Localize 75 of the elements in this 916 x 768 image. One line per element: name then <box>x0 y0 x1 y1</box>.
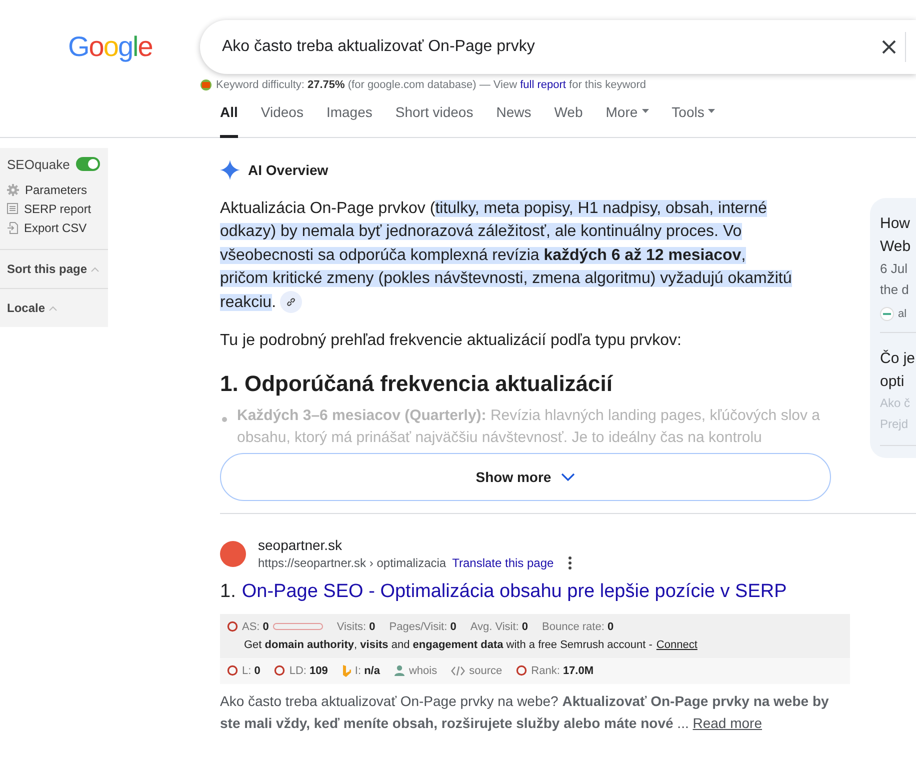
code-icon <box>451 666 466 676</box>
search-tab[interactable]: News <box>496 102 532 138</box>
bullet-icon <box>222 417 227 422</box>
circle-icon <box>227 621 238 632</box>
card-text: 6 Jul <box>880 260 908 278</box>
panel-section-header[interactable]: Sort this page <box>0 249 108 288</box>
connect-link[interactable]: Connect <box>656 636 698 654</box>
result-title-link[interactable]: On-Page SEO - Optimalizácia obsahu pre lepšie pozície v SERP <box>242 578 787 607</box>
metric-text: Avg. Visit: 0 <box>470 620 528 635</box>
list-icon <box>7 203 18 214</box>
caret-icon <box>642 108 649 112</box>
search-tab[interactable]: Web <box>554 102 583 138</box>
link-icon[interactable] <box>280 291 302 314</box>
keyword-difficulty-text: Keyword difficulty: 27.75% (for google.com database) — View full report for this keyword <box>216 78 646 93</box>
metric-text: Pages/Visit: 0 <box>389 620 456 635</box>
gear-icon <box>7 184 19 196</box>
caret-icon <box>91 266 100 272</box>
circle-icon <box>516 665 528 676</box>
sparkle-icon <box>220 160 240 180</box>
report-link[interactable]: full report <box>520 79 566 91</box>
search-tab[interactable]: More <box>606 102 649 138</box>
toggle-switch[interactable] <box>76 157 100 172</box>
show-more-button[interactable]: Show more <box>220 453 831 502</box>
favicon-icon <box>220 541 246 568</box>
read-more-link[interactable]: Read more <box>692 714 762 731</box>
metric-text: Bounce rate: 0 <box>542 620 614 635</box>
metric-link[interactable]: source <box>469 662 502 680</box>
more-options-icon[interactable] <box>568 556 572 570</box>
search-input[interactable]: Ako často treba aktualizovať On-Page prvky <box>220 34 881 60</box>
source-name: al <box>898 306 907 322</box>
card-text: Prejd <box>880 416 910 433</box>
card-title[interactable]: How <box>880 212 916 234</box>
metric-link[interactable]: whois <box>408 662 438 680</box>
card-title[interactable]: opti <box>880 370 916 393</box>
circle-icon <box>227 665 238 676</box>
panel-menu-item[interactable]: Parameters <box>0 180 108 199</box>
card-title[interactable]: Web <box>880 234 916 258</box>
panel-title: SEOquake <box>7 156 70 174</box>
search-tab[interactable]: Videos <box>260 102 304 138</box>
bullet-text: Každých 3–6 mesiacov (Quarterly): Revízia hlavných landing pages, kľúčových slov a obsahu, ktorý má prinášať najväčšiu návštevnosť. Je to ideálny čas na kontrolu <box>237 406 822 448</box>
result-url: https://seopartner.sk › optimalizacia <box>258 555 446 572</box>
metric-text: L: 0 <box>242 664 260 679</box>
caret-icon <box>49 306 58 310</box>
panel-menu-item[interactable]: Export CSV <box>0 218 108 237</box>
search-tab[interactable]: Images <box>326 102 372 138</box>
metric-text: Rank: 17.0M <box>531 664 594 679</box>
source-logo-icon <box>880 306 894 321</box>
result-snippet: Ako často treba aktualizovať On-Page prvky na webe? Aktualizovať On-Page prvky na webe by ste mali vždy, keď meníte obsah, rozširujete služby alebo máte nové ... Read more <box>220 692 830 733</box>
card-title[interactable]: Čo je <box>880 347 916 370</box>
search-tab[interactable]: All <box>220 102 238 138</box>
promo-text: Get domain authority, visits and engagement data with a free Semrush account - <box>244 638 652 653</box>
overview-heading: 1. Odporúčaná frekvencia aktualizácií <box>220 371 614 398</box>
person-icon <box>394 665 405 676</box>
search-tab[interactable]: Short videos <box>395 102 474 138</box>
panel-section-header[interactable]: Locale <box>0 288 108 327</box>
card-text: the d <box>880 280 910 298</box>
seoquake-icon <box>200 79 212 92</box>
translate-link[interactable]: Translate this page <box>452 554 554 572</box>
circle-icon <box>274 665 286 676</box>
metric-text: LD: 109 <box>289 664 328 679</box>
caret-icon <box>708 108 716 112</box>
search-tab[interactable]: Tools <box>672 102 716 138</box>
site-name: seopartner.sk <box>258 536 344 554</box>
metric-text: Visits: 0 <box>336 620 376 635</box>
export-icon <box>7 222 18 234</box>
chevron-icon <box>561 473 576 482</box>
result-number: 1. <box>220 580 236 604</box>
google-logo[interactable]: Google <box>0 26 200 68</box>
card-text: Ako č <box>880 395 912 412</box>
overview-text: Tu je podrobný prehľad frekvencie aktualizácií podľa typu prvkov: <box>220 331 682 351</box>
bing-icon <box>342 664 351 677</box>
overview-title: AI Overview <box>248 160 328 180</box>
panel-menu-item[interactable]: SERP report <box>0 199 108 218</box>
metric-text: AS: 0 <box>242 620 269 635</box>
metric-text: I: n/a <box>354 664 380 679</box>
